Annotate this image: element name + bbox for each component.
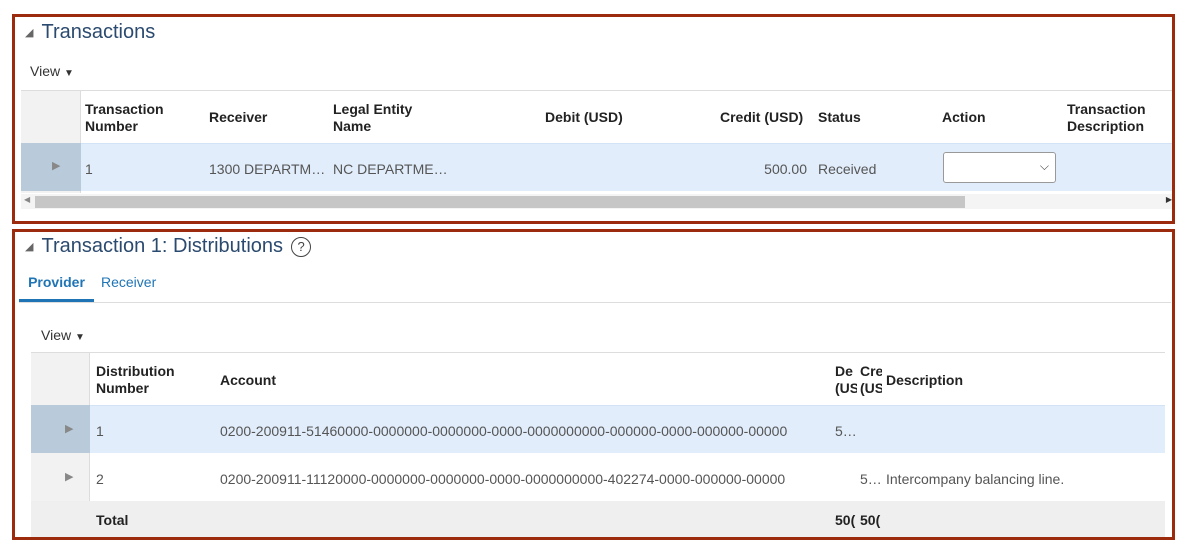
col-description[interactable]: Description [886,372,963,389]
tab-provider[interactable]: Provider [19,274,94,302]
help-icon[interactable]: ? [291,236,312,257]
col-transaction-number[interactable]: Transaction Number [85,101,164,135]
cell-receiver: 1300 DEPARTM… [209,161,326,177]
col-action[interactable]: Action [942,109,986,126]
col-debit[interactable]: De (US [835,363,857,397]
row-selector[interactable] [31,453,90,501]
panel-title: Transactions [41,21,156,43]
cell-account: 0200-200911-11120000-0000000-0000000-000… [220,471,786,487]
scroll-right-icon[interactable]: ▶ [1166,195,1172,204]
col-description[interactable]: Transaction Description [1067,101,1146,135]
scroll-left-icon[interactable]: ◀ [24,195,30,204]
tab-receiver[interactable]: Receiver [101,274,156,290]
distributions-panel: ◢ Transaction 1: Distributions? Provider … [12,229,1175,540]
collapse-icon[interactable]: ◢ [25,240,33,253]
chevron-down-icon: ⌵ [1039,159,1049,173]
view-menu[interactable]: View ▼ [30,63,74,79]
cell-number: 1 [96,423,104,439]
collapse-icon[interactable]: ◢ [25,26,33,39]
divider [31,352,1165,353]
cell-number: 1 [85,161,93,177]
scroll-thumb[interactable] [35,196,965,208]
cell-status: Received [818,161,877,177]
col-account[interactable]: Account [220,372,276,389]
expand-icon[interactable]: ▶ [65,422,73,435]
col-credit[interactable]: Cre (US [860,363,882,397]
transactions-panel: ◢ Transactions View ▼ ▶ Transaction Number… [12,14,1175,224]
cell-debit: 5… [835,423,857,439]
cell-number: 2 [96,471,104,487]
caret-down-icon: ▼ [74,332,85,343]
col-status[interactable]: Status [818,109,861,126]
view-label: View [30,63,61,79]
distributions-header[interactable]: ◢ Transaction 1: Distributions? [25,235,312,258]
cell-legal-entity: NC DEPARTME… [333,161,448,177]
transactions-header[interactable]: ◢ Transactions [25,21,155,44]
expand-icon[interactable]: ▶ [65,470,73,483]
row-selector[interactable] [21,143,81,191]
total-label: Total [96,512,129,528]
row-selector[interactable] [31,405,90,453]
col-credit[interactable]: Credit (USD) [720,109,803,126]
cell-credit: 5… [860,471,882,487]
action-select[interactable]: ⌵ [943,152,1056,183]
horizontal-scrollbar[interactable]: ◀ ▶ [21,194,1172,209]
expand-icon[interactable]: ▶ [52,159,60,172]
cell-description: Intercompany balancing line. [886,471,1065,487]
cell-account: 0200-200911-51460000-0000000-0000000-000… [220,423,788,439]
view-label: View [41,327,72,343]
col-debit[interactable]: Debit (USD) [545,109,623,126]
cell-credit: 500.00 [764,161,807,177]
col-distribution-number[interactable]: Distribution Number [96,363,175,397]
divider [21,90,1172,91]
total-credit: 50( [860,512,881,528]
col-legal-entity[interactable]: Legal Entity Name [333,101,412,135]
view-menu[interactable]: View ▼ [41,327,85,343]
col-receiver[interactable]: Receiver [209,109,267,126]
tab-divider [19,302,1171,303]
panel-title: Transaction 1: Distributions [41,235,284,257]
total-row [31,501,1165,537]
caret-down-icon: ▼ [63,68,74,79]
total-debit: 50( [835,512,856,528]
